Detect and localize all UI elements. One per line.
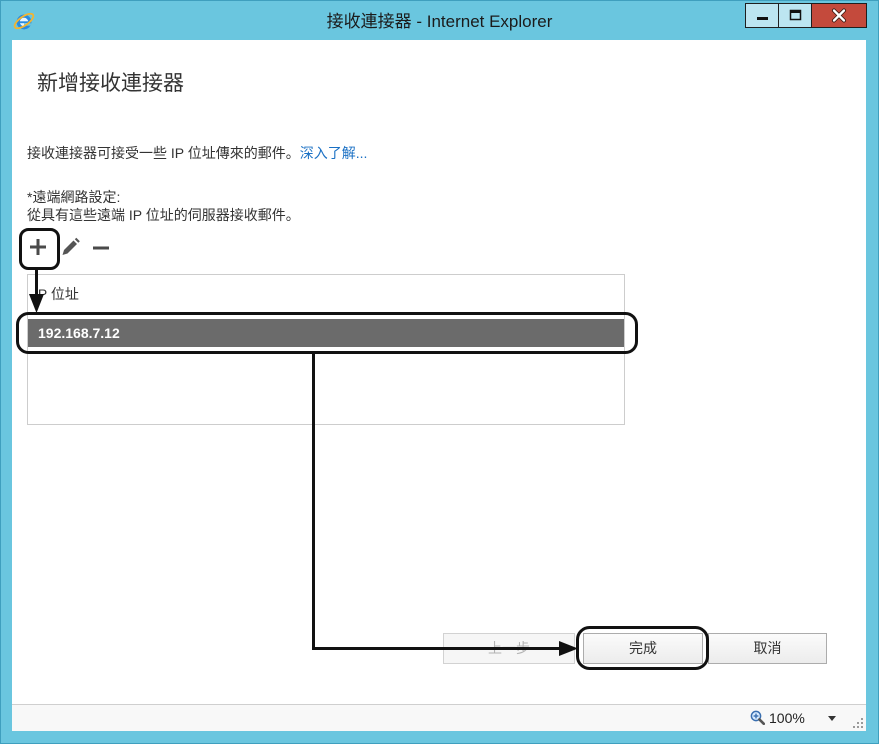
edit-ip-button[interactable] [60, 237, 80, 257]
status-bar: 100% [12, 704, 866, 731]
remove-ip-button[interactable] [90, 237, 110, 257]
pencil-icon [62, 237, 80, 255]
zoom-level[interactable]: 100% [769, 705, 805, 731]
cell-ip: 192.168.7.12 [38, 325, 120, 341]
close-icon [832, 8, 846, 23]
zoom-menu-button[interactable] [824, 711, 840, 725]
remote-network-hint: 從具有這些遠端 IP 位址的伺服器接收郵件。 [27, 207, 300, 223]
cancel-button[interactable]: 取消 [708, 633, 827, 664]
description: 接收連接器可接受一些 IP 位址傳來的郵件。深入了解... [27, 144, 367, 162]
remote-network-label: *遠端網路設定: [27, 189, 121, 205]
table-row[interactable]: 192.168.7.12 [28, 319, 624, 347]
back-button[interactable]: 上一步 [443, 633, 575, 664]
internet-explorer-icon[interactable] [12, 9, 36, 33]
finish-button[interactable]: 完成 [583, 633, 703, 664]
plus-icon [30, 239, 46, 255]
ie-window: 接收連接器 - Internet Explorer 新增接收連接器 接收連接器可… [0, 0, 879, 744]
ip-address-table: IP 位址 192.168.7.12 [27, 274, 625, 425]
maximize-button[interactable] [778, 3, 812, 28]
page-content: 新增接收連接器 接收連接器可接受一些 IP 位址傳來的郵件。深入了解... *遠… [12, 40, 866, 704]
close-button[interactable] [811, 3, 867, 28]
minus-icon [93, 246, 109, 250]
window-title: 接收連接器 - Internet Explorer [326, 12, 553, 31]
minimize-icon [757, 17, 768, 20]
chevron-down-icon [828, 716, 836, 721]
column-header-ip[interactable]: IP 位址 [34, 285, 79, 303]
minimize-button[interactable] [745, 3, 779, 28]
resize-grip-icon[interactable] [852, 717, 864, 729]
add-ip-button[interactable] [28, 237, 48, 257]
zoom-icon[interactable] [750, 710, 766, 726]
page-title: 新增接收連接器 [37, 72, 184, 95]
description-text: 接收連接器可接受一些 IP 位址傳來的郵件。 [27, 145, 300, 161]
learn-more-link[interactable]: 深入了解... [300, 145, 368, 161]
maximize-icon [789, 9, 802, 21]
